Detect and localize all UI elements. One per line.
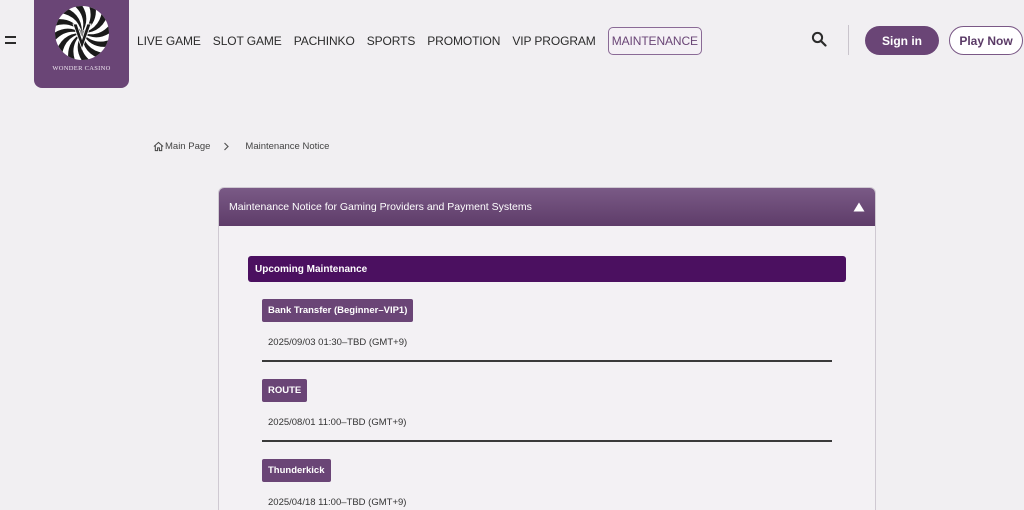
menu-icon-line <box>5 42 16 44</box>
sign-in-button[interactable]: Sign in <box>865 26 939 55</box>
chevron-right-icon <box>224 142 230 151</box>
entry-divider <box>262 440 832 442</box>
caret-up-icon <box>853 202 865 212</box>
logo-swirl-icon <box>54 6 109 60</box>
section-title: Upcoming Maintenance <box>248 256 846 282</box>
nav-maintenance[interactable]: MAINTENANCE <box>607 26 702 55</box>
maintenance-card: Maintenance Notice for Gaming Providers … <box>218 187 876 510</box>
logo[interactable]: WONDER CASINO <box>34 0 129 88</box>
maintenance-entry: Bank Transfer (Beginner–VIP1) 2025/09/03… <box>262 299 832 348</box>
card-header-toggle[interactable]: Maintenance Notice for Gaming Providers … <box>219 188 875 226</box>
maintenance-entry: ROUTE 2025/08/01 11:00–TBD (GMT+9) <box>262 379 832 428</box>
nav-live-game[interactable]: LIVE GAME <box>137 34 201 48</box>
provider-tag: Bank Transfer (Beginner–VIP1) <box>262 299 414 322</box>
entry-divider <box>262 360 832 362</box>
provider-tag: Thunderkick <box>262 459 331 482</box>
home-icon <box>153 141 164 152</box>
menu-icon[interactable] <box>5 36 16 44</box>
nav-pachinko[interactable]: PACHINKO <box>294 34 355 48</box>
logo-text: WONDER CASINO <box>52 65 111 72</box>
play-now-button[interactable]: Play Now <box>949 26 1023 55</box>
nav-sports[interactable]: SPORTS <box>367 34 416 48</box>
main-nav: LIVE GAME SLOT GAME PACHINKO SPORTS PROM… <box>137 26 702 55</box>
breadcrumb-current: Maintenance Notice <box>245 141 330 152</box>
nav-promotion[interactable]: PROMOTION <box>427 34 500 48</box>
menu-icon-line <box>5 36 16 38</box>
maintenance-time: 2025/08/01 11:00–TBD (GMT+9) <box>268 417 407 428</box>
card-title: Maintenance Notice for Gaming Providers … <box>229 201 532 213</box>
maintenance-time: 2025/09/03 01:30–TBD (GMT+9) <box>268 337 408 348</box>
maintenance-entry: Thunderkick 2025/04/18 11:00–TBD (GMT+9) <box>262 459 832 508</box>
provider-tag: ROUTE <box>262 379 308 402</box>
nav-vip-program[interactable]: VIP PROGRAM <box>512 34 595 48</box>
nav-slot-game[interactable]: SLOT GAME <box>213 34 282 48</box>
maintenance-time: 2025/04/18 11:00–TBD (GMT+9) <box>268 497 407 508</box>
search-icon[interactable] <box>811 31 827 47</box>
header-divider <box>848 25 849 55</box>
breadcrumb-home-link[interactable]: Main Page <box>165 141 210 152</box>
breadcrumb: Main Page Maintenance Notice <box>153 141 329 152</box>
